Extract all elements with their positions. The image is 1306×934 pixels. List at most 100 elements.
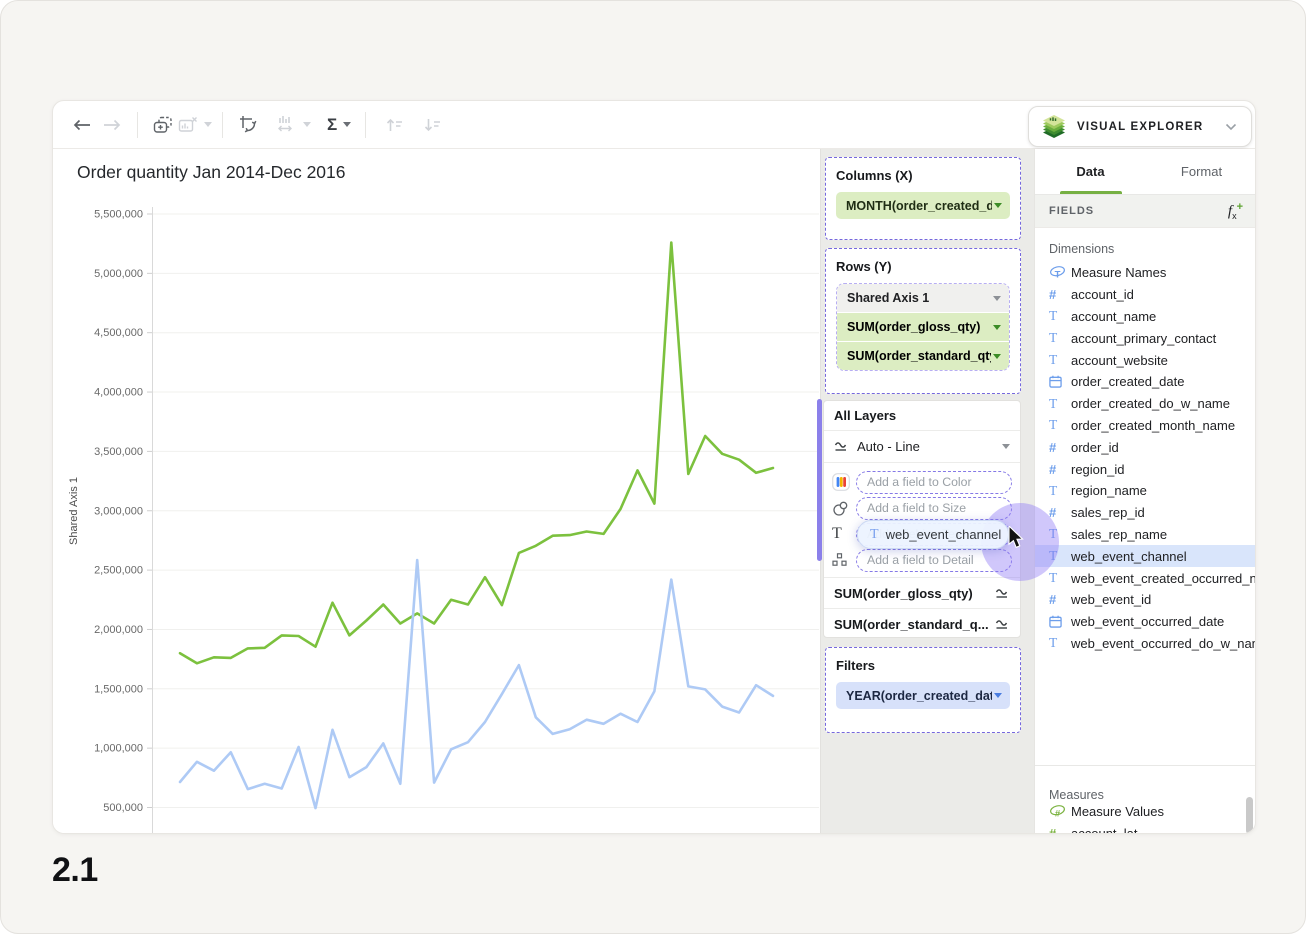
rows-pill-standard[interactable]: SUM(order_standard_qty) xyxy=(837,342,1009,370)
layer-row-gloss[interactable]: SUM(order_gloss_qty) xyxy=(824,577,1020,608)
columns-pill-month[interactable]: MONTH(order_created_d... xyxy=(836,192,1010,219)
field-row-order_id[interactable]: #order_id xyxy=(1035,436,1256,458)
detail-icon[interactable] xyxy=(832,553,856,567)
field-row-MeasureValues[interactable]: #Measure Values xyxy=(1035,801,1256,823)
visual-explorer-menu-button[interactable]: VISUAL EXPLORER xyxy=(1028,106,1252,147)
add-field-to-size[interactable]: Add a field to Size xyxy=(856,497,1012,520)
rows-pill-gloss[interactable]: SUM(order_gloss_qty) xyxy=(837,313,1009,341)
measure-names-icon: T xyxy=(1049,265,1071,280)
field-row-sales_rep_id[interactable]: #sales_rep_id xyxy=(1035,502,1256,524)
rows-shelf[interactable]: Rows (Y) Shared Axis 1 SUM(order_gloss_q… xyxy=(825,248,1021,394)
field-row-order_created_do_w_name[interactable]: Torder_created_do_w_name xyxy=(1035,393,1256,415)
filters-shelf-label: Filters xyxy=(836,658,1010,673)
sort-ascending-button[interactable] xyxy=(380,110,410,140)
swap-axes-button[interactable] xyxy=(233,110,263,140)
line-mark-icon xyxy=(834,441,849,452)
date-icon xyxy=(1049,615,1071,628)
y-tick-label: 1,500,000 xyxy=(94,683,143,695)
aggregate-button[interactable]: Σ xyxy=(327,116,351,133)
clear-chart-button[interactable] xyxy=(178,116,212,134)
undo-button[interactable] xyxy=(67,110,97,140)
y-axis-title: Shared Axis 1 xyxy=(68,477,80,545)
date-icon xyxy=(1049,375,1071,388)
field-row-region_name[interactable]: Tregion_name xyxy=(1035,480,1256,502)
text-icon: T xyxy=(1049,635,1071,651)
columns-shelf[interactable]: Columns (X) MONTH(order_created_d... xyxy=(825,157,1021,240)
sort-descending-button[interactable] xyxy=(418,110,448,140)
field-row-web_event_id[interactable]: #web_event_id xyxy=(1035,589,1256,611)
number-icon: # xyxy=(1049,287,1071,302)
toolbar-divider xyxy=(222,112,223,138)
forward-arrow-icon xyxy=(101,117,123,133)
bar-width-caret-icon xyxy=(303,122,311,127)
field-row-MeasureNames[interactable]: TMeasure Names xyxy=(1035,262,1256,284)
field-label: web_event_occurred_date xyxy=(1071,614,1224,629)
tab-format[interactable]: Format xyxy=(1146,149,1256,194)
sidebar-tabs: Data Format xyxy=(1035,149,1256,195)
layer-row-standard[interactable]: SUM(order_standard_q... xyxy=(824,608,1020,639)
rows-shelf-label: Rows (Y) xyxy=(836,259,1010,274)
field-row-region_id[interactable]: #region_id xyxy=(1035,458,1256,480)
pill-caret-icon[interactable] xyxy=(993,354,1001,359)
back-arrow-icon xyxy=(71,117,93,133)
field-row-order_created_month_name[interactable]: Torder_created_month_name xyxy=(1035,415,1256,437)
redo-button[interactable] xyxy=(97,110,127,140)
all-layers-header: All Layers xyxy=(824,401,1020,431)
field-row-account_lat[interactable]: #account_lat xyxy=(1035,823,1256,834)
color-icon[interactable] xyxy=(832,473,856,491)
toolbar-divider xyxy=(137,112,138,138)
line-mark-icon xyxy=(995,588,1010,599)
field-label: web_event_id xyxy=(1071,592,1151,607)
field-row-sales_rep_name[interactable]: Tsales_rep_name xyxy=(1035,524,1256,546)
pill-caret-icon[interactable] xyxy=(994,203,1002,208)
visual-explorer-logo xyxy=(1041,113,1067,141)
shelf-panel: Columns (X) MONTH(order_created_d... Row… xyxy=(820,149,1034,834)
y-tick-label: 4,500,000 xyxy=(94,327,143,339)
field-row-account_primary_contact[interactable]: Taccount_primary_contact xyxy=(1035,327,1256,349)
number-icon: # xyxy=(1049,462,1071,477)
field-row-web_event_occurred_do_w_name[interactable]: Tweb_event_occurred_do_w_name xyxy=(1035,633,1256,655)
sort-descending-icon xyxy=(423,116,443,134)
sidebar-scrollbar[interactable] xyxy=(1246,797,1253,834)
mark-type-caret-icon[interactable] xyxy=(1002,444,1010,449)
add-calculated-field-button[interactable]: fx+ xyxy=(1228,201,1243,221)
field-row-web_event_created_occurred_na[interactable]: Tweb_event_created_occurred_na... xyxy=(1035,567,1256,589)
field-row-account_name[interactable]: Taccount_name xyxy=(1035,306,1256,328)
add-field-to-color[interactable]: Add a field to Color xyxy=(856,471,1012,494)
field-row-account_website[interactable]: Taccount_website xyxy=(1035,349,1256,371)
swap-axes-icon xyxy=(239,115,258,134)
bar-width-button[interactable] xyxy=(277,115,311,134)
y-tick-label: 2,000,000 xyxy=(94,624,143,636)
text-icon: T xyxy=(1049,396,1071,412)
field-row-order_created_date[interactable]: order_created_date xyxy=(1035,371,1256,393)
pill-caret-icon[interactable] xyxy=(993,325,1001,330)
field-label: order_id xyxy=(1071,440,1119,455)
measure-values-icon: # xyxy=(1049,804,1071,819)
field-row-web_event_occurred_date[interactable]: web_event_occurred_date xyxy=(1035,611,1256,633)
number-icon: # xyxy=(1049,592,1071,607)
field-row-account_id[interactable]: #account_id xyxy=(1035,284,1256,306)
screenshot-root: Σ xyxy=(0,0,1306,934)
mark-type-dropdown[interactable]: Auto - Line xyxy=(824,431,1020,463)
size-icon[interactable] xyxy=(832,500,856,517)
dragged-field-pill[interactable]: T web_event_channel xyxy=(857,520,1009,549)
series-line-0 xyxy=(180,243,773,664)
shared-axis-pill[interactable]: Shared Axis 1 xyxy=(837,284,1009,312)
all-layers-accent-bar xyxy=(817,399,822,561)
filters-shelf[interactable]: Filters YEAR(order_created_date) xyxy=(825,647,1021,733)
filter-pill-year[interactable]: YEAR(order_created_date) xyxy=(836,682,1010,709)
dimensions-label: Dimensions xyxy=(1035,228,1256,262)
chevron-down-icon xyxy=(1225,123,1237,131)
duplicate-icon xyxy=(153,116,173,134)
clear-chart-icon xyxy=(178,116,198,134)
pill-caret-icon[interactable] xyxy=(993,296,1001,301)
line-chart[interactable]: 5,500,0005,000,0004,500,0004,000,0003,50… xyxy=(53,149,820,834)
pill-caret-icon[interactable] xyxy=(994,693,1002,698)
text-icon: T xyxy=(1049,330,1071,346)
duplicate-chart-button[interactable] xyxy=(148,110,178,140)
field-row-web_event_channel[interactable]: Tweb_event_channel xyxy=(1035,545,1256,567)
field-label: account_name xyxy=(1071,309,1156,324)
text-icon[interactable]: T xyxy=(832,525,856,543)
visual-explorer-label: VISUAL EXPLORER xyxy=(1077,121,1203,133)
tab-data[interactable]: Data xyxy=(1035,149,1146,194)
